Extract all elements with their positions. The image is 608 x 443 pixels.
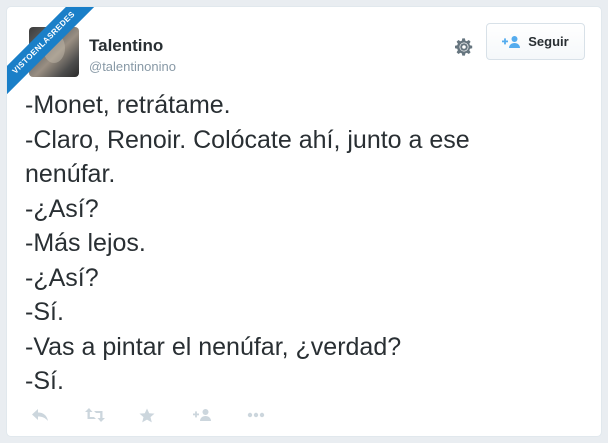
tweet-line: -Más lejos. <box>25 229 146 257</box>
tweet-line: -¿Así? <box>25 263 99 292</box>
more-icon <box>247 412 265 418</box>
follow-user-icon <box>193 409 211 421</box>
favorite-icon <box>139 408 155 422</box>
follow-button-label: Seguir <box>528 34 569 49</box>
tweet-line: nenúfar. <box>25 160 116 188</box>
tweet-text: -Monet, retrátame. -Claro, Renoir. Colóc… <box>25 88 585 399</box>
more-button[interactable] <box>247 403 301 427</box>
retweet-button[interactable] <box>85 403 139 427</box>
retweet-icon <box>85 408 105 422</box>
tweet-line: -Sí. <box>25 298 64 326</box>
tweet-line: -Vas a pintar el nenúfar, ¿verdad? <box>25 332 402 361</box>
gear-icon[interactable] <box>452 35 476 59</box>
follow-user-icon <box>502 35 521 48</box>
add-user-button[interactable] <box>193 403 247 427</box>
reply-icon <box>32 409 48 421</box>
tweet-actions <box>31 403 301 427</box>
tweet-line: -Monet, retrátame. <box>25 91 231 119</box>
reply-button[interactable] <box>31 403 85 427</box>
user-name[interactable]: Talentino <box>89 36 163 56</box>
user-handle[interactable]: @talentinonino <box>89 59 176 74</box>
favorite-button[interactable] <box>139 403 193 427</box>
tweet-line: -Claro, Renoir. Colócate ahí, junto a es… <box>25 125 470 154</box>
tweet-line: -Sí. <box>25 367 64 395</box>
follow-button[interactable]: Seguir <box>486 23 585 60</box>
tweet-line: -¿Así? <box>25 194 99 223</box>
tweet-card: VISTOENLASREDES Talentino @talentinonino… <box>6 6 602 437</box>
